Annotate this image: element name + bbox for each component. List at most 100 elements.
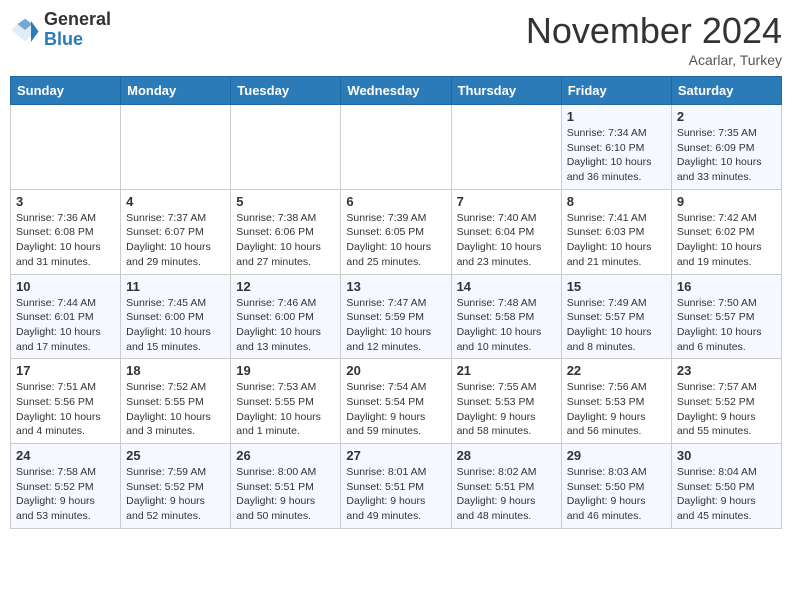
week-row-3: 17 Sunrise: 7:51 AM Sunset: 5:56 PM Dayli… — [11, 359, 782, 444]
calendar-cell: 2 Sunrise: 7:35 AM Sunset: 6:09 PM Daylig… — [671, 105, 781, 190]
weekday-header-sunday: Sunday — [11, 77, 121, 105]
day-number: 3 — [16, 194, 115, 209]
week-row-4: 24Sunrise: 7:58 AM Sunset: 5:52 PM Dayli… — [11, 444, 782, 529]
calendar-cell: 15 Sunrise: 7:49 AM Sunset: 5:57 PM Dayli… — [561, 274, 671, 359]
day-content: Sunrise: 7:46 AM Sunset: 6:00 PM Dayligh… — [236, 296, 335, 355]
calendar-cell: 10 Sunrise: 7:44 AM Sunset: 6:01 PM Dayli… — [11, 274, 121, 359]
calendar-cell: 7 Sunrise: 7:40 AM Sunset: 6:04 PM Daylig… — [451, 189, 561, 274]
day-content: Sunrise: 7:52 AM Sunset: 5:55 PM Dayligh… — [126, 380, 225, 439]
calendar-cell — [451, 105, 561, 190]
weekday-header-monday: Monday — [121, 77, 231, 105]
calendar-cell: 11Sunrise: 7:45 AM Sunset: 6:00 PM Dayli… — [121, 274, 231, 359]
day-number: 5 — [236, 194, 335, 209]
calendar-cell: 13 Sunrise: 7:47 AM Sunset: 5:59 PM Dayli… — [341, 274, 451, 359]
weekday-header-row: SundayMondayTuesdayWednesdayThursdayFrid… — [11, 77, 782, 105]
day-number: 12 — [236, 279, 335, 294]
day-content: Sunrise: 7:48 AM Sunset: 5:58 PM Dayligh… — [457, 296, 556, 355]
calendar-cell: 25 Sunrise: 7:59 AM Sunset: 5:52 PM Dayli… — [121, 444, 231, 529]
calendar-cell: 3Sunrise: 7:36 AM Sunset: 6:08 PM Daylig… — [11, 189, 121, 274]
day-number: 6 — [346, 194, 445, 209]
day-content: Sunrise: 7:56 AM Sunset: 5:53 PM Dayligh… — [567, 380, 666, 439]
day-number: 10 — [16, 279, 115, 294]
day-number: 16 — [677, 279, 776, 294]
day-content: Sunrise: 7:41 AM Sunset: 6:03 PM Dayligh… — [567, 211, 666, 270]
day-content: Sunrise: 7:57 AM Sunset: 5:52 PM Dayligh… — [677, 380, 776, 439]
day-number: 28 — [457, 448, 556, 463]
logo-icon — [10, 15, 40, 45]
weekday-header-thursday: Thursday — [451, 77, 561, 105]
calendar-cell: 16 Sunrise: 7:50 AM Sunset: 5:57 PM Dayli… — [671, 274, 781, 359]
day-number: 20 — [346, 363, 445, 378]
week-row-0: 1Sunrise: 7:34 AM Sunset: 6:10 PM Daylig… — [11, 105, 782, 190]
day-content: Sunrise: 7:38 AM Sunset: 6:06 PM Dayligh… — [236, 211, 335, 270]
day-number: 21 — [457, 363, 556, 378]
day-number: 2 — [677, 109, 776, 124]
day-number: 26 — [236, 448, 335, 463]
calendar-cell — [11, 105, 121, 190]
day-content: Sunrise: 7:40 AM Sunset: 6:04 PM Dayligh… — [457, 211, 556, 270]
day-number: 17 — [16, 363, 115, 378]
day-number: 18 — [126, 363, 225, 378]
calendar-cell: 29Sunrise: 8:03 AM Sunset: 5:50 PM Dayli… — [561, 444, 671, 529]
weekday-header-friday: Friday — [561, 77, 671, 105]
calendar-cell: 1Sunrise: 7:34 AM Sunset: 6:10 PM Daylig… — [561, 105, 671, 190]
day-content: Sunrise: 7:50 AM Sunset: 5:57 PM Dayligh… — [677, 296, 776, 355]
day-number: 13 — [346, 279, 445, 294]
day-content: Sunrise: 7:59 AM Sunset: 5:52 PM Dayligh… — [126, 465, 225, 524]
calendar-cell: 18 Sunrise: 7:52 AM Sunset: 5:55 PM Dayli… — [121, 359, 231, 444]
location: Acarlar, Turkey — [526, 52, 782, 68]
calendar-cell: 20 Sunrise: 7:54 AM Sunset: 5:54 PM Dayli… — [341, 359, 451, 444]
calendar-cell: 30 Sunrise: 8:04 AM Sunset: 5:50 PM Dayli… — [671, 444, 781, 529]
calendar-cell: 17 Sunrise: 7:51 AM Sunset: 5:56 PM Dayli… — [11, 359, 121, 444]
calendar-cell: 19 Sunrise: 7:53 AM Sunset: 5:55 PM Dayli… — [231, 359, 341, 444]
logo: General Blue — [10, 10, 111, 50]
calendar-cell: 8 Sunrise: 7:41 AM Sunset: 6:03 PM Daylig… — [561, 189, 671, 274]
day-content: Sunrise: 8:01 AM Sunset: 5:51 PM Dayligh… — [346, 465, 445, 524]
day-content: Sunrise: 8:03 AM Sunset: 5:50 PM Dayligh… — [567, 465, 666, 524]
day-content: Sunrise: 7:37 AM Sunset: 6:07 PM Dayligh… — [126, 211, 225, 270]
logo-general: General — [44, 10, 111, 30]
day-number: 19 — [236, 363, 335, 378]
calendar-cell: 21 Sunrise: 7:55 AM Sunset: 5:53 PM Dayli… — [451, 359, 561, 444]
calendar-cell: 23 Sunrise: 7:57 AM Sunset: 5:52 PM Dayli… — [671, 359, 781, 444]
calendar-cell: 6 Sunrise: 7:39 AM Sunset: 6:05 PM Daylig… — [341, 189, 451, 274]
week-row-2: 10 Sunrise: 7:44 AM Sunset: 6:01 PM Dayli… — [11, 274, 782, 359]
day-number: 27 — [346, 448, 445, 463]
day-number: 23 — [677, 363, 776, 378]
day-content: Sunrise: 8:00 AM Sunset: 5:51 PM Dayligh… — [236, 465, 335, 524]
day-content: Sunrise: 7:54 AM Sunset: 5:54 PM Dayligh… — [346, 380, 445, 439]
calendar-cell: 4 Sunrise: 7:37 AM Sunset: 6:07 PM Daylig… — [121, 189, 231, 274]
day-content: Sunrise: 8:04 AM Sunset: 5:50 PM Dayligh… — [677, 465, 776, 524]
calendar-cell — [121, 105, 231, 190]
day-content: Sunrise: 7:49 AM Sunset: 5:57 PM Dayligh… — [567, 296, 666, 355]
day-number: 30 — [677, 448, 776, 463]
calendar-cell: 12 Sunrise: 7:46 AM Sunset: 6:00 PM Dayli… — [231, 274, 341, 359]
day-content: Sunrise: 7:39 AM Sunset: 6:05 PM Dayligh… — [346, 211, 445, 270]
day-content: Sunrise: 7:53 AM Sunset: 5:55 PM Dayligh… — [236, 380, 335, 439]
day-content: Sunrise: 7:44 AM Sunset: 6:01 PM Dayligh… — [16, 296, 115, 355]
day-number: 8 — [567, 194, 666, 209]
day-content: Sunrise: 7:35 AM Sunset: 6:09 PM Dayligh… — [677, 126, 776, 185]
day-number: 15 — [567, 279, 666, 294]
day-content: Sunrise: 7:55 AM Sunset: 5:53 PM Dayligh… — [457, 380, 556, 439]
day-number: 25 — [126, 448, 225, 463]
day-content: Sunrise: 7:47 AM Sunset: 5:59 PM Dayligh… — [346, 296, 445, 355]
logo-blue: Blue — [44, 30, 111, 50]
calendar-cell: 24Sunrise: 7:58 AM Sunset: 5:52 PM Dayli… — [11, 444, 121, 529]
calendar-table: SundayMondayTuesdayWednesdayThursdayFrid… — [10, 76, 782, 529]
day-number: 24 — [16, 448, 115, 463]
day-number: 4 — [126, 194, 225, 209]
weekday-header-wednesday: Wednesday — [341, 77, 451, 105]
calendar-cell: 22Sunrise: 7:56 AM Sunset: 5:53 PM Dayli… — [561, 359, 671, 444]
calendar-cell: 14 Sunrise: 7:48 AM Sunset: 5:58 PM Dayli… — [451, 274, 561, 359]
calendar-cell: 5 Sunrise: 7:38 AM Sunset: 6:06 PM Daylig… — [231, 189, 341, 274]
day-number: 14 — [457, 279, 556, 294]
day-content: Sunrise: 8:02 AM Sunset: 5:51 PM Dayligh… — [457, 465, 556, 524]
day-content: Sunrise: 7:51 AM Sunset: 5:56 PM Dayligh… — [16, 380, 115, 439]
day-content: Sunrise: 7:45 AM Sunset: 6:00 PM Dayligh… — [126, 296, 225, 355]
month-title: November 2024 — [526, 10, 782, 52]
day-content: Sunrise: 7:42 AM Sunset: 6:02 PM Dayligh… — [677, 211, 776, 270]
title-section: November 2024 Acarlar, Turkey — [526, 10, 782, 68]
day-number: 7 — [457, 194, 556, 209]
calendar-cell: 9Sunrise: 7:42 AM Sunset: 6:02 PM Daylig… — [671, 189, 781, 274]
